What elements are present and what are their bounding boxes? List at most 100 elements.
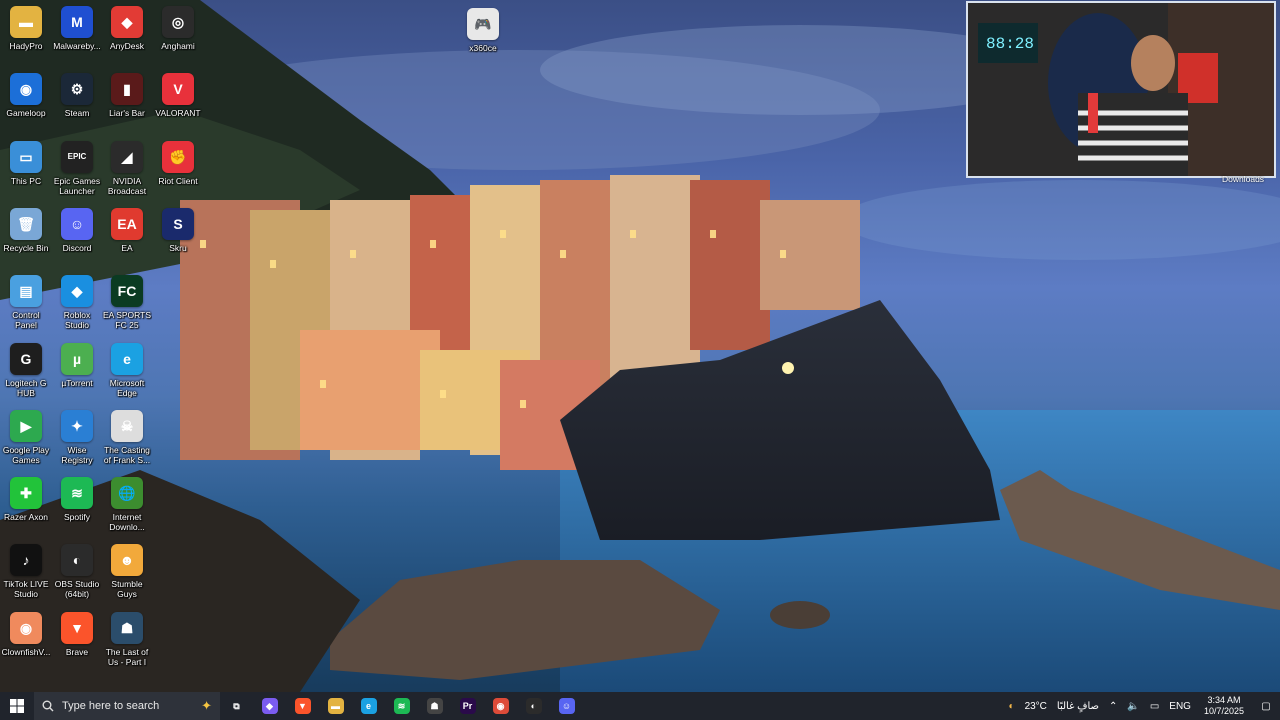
taskbar-app-button[interactable]: e [352,692,385,720]
desktop-icon[interactable]: ☠ The Casting of Frank S... [102,410,152,465]
desktop-icon-label: Liar's Bar [109,108,145,118]
desktop-icon[interactable]: V VALORANT [153,73,203,118]
desktop-icon[interactable]: ◎ Anghami [153,6,203,51]
obs-icon: ◐ [61,544,93,576]
chrome-icon: ◉ [492,698,509,714]
desktop-icon[interactable]: ◉ Gameloop [1,73,51,118]
taskbar-app-button[interactable]: ◆ [253,692,286,720]
desktop-icon[interactable]: EPIC Epic Games Launcher [52,141,102,196]
desktop-icon[interactable]: G Logitech G HUB [1,343,51,398]
desktop-icon[interactable]: ☗ The Last of Us - Part I [102,612,152,667]
desktop-file-x360ce[interactable]: 🎮 x360ce [458,8,508,53]
webcam-feed: 88:28 [968,3,1274,176]
nvidia-icon: ◢ [111,141,143,173]
desktop-icon[interactable]: ▶ Google Play Games [1,410,51,465]
clock-date: 10/7/2025 [1203,706,1244,716]
desktop-icon-label: TikTok LIVE Studio [3,579,49,599]
taskbar-app-button[interactable]: ▬ [319,692,352,720]
desktop-icon[interactable]: µ µTorrent [52,343,102,388]
desktop-icon[interactable]: ▤ Control Panel [1,275,51,330]
search-placeholder: Type here to search [62,700,160,712]
desktop-icon[interactable]: ▮ Liar's Bar [102,73,152,118]
spotify-icon: ≋ [61,477,93,509]
desktop-icon[interactable]: 🗑 Recycle Bin [1,208,51,253]
recycle-bin-icon: 🗑 [10,208,42,240]
notification-button[interactable]: ▢ [1252,692,1280,720]
malwarebytes-icon: M [61,6,93,38]
start-button[interactable] [0,692,34,720]
brave-taskbar-icon: ▼ [294,698,311,714]
desktop-icon[interactable]: 🌐 Internet Downlo... [102,477,152,532]
desktop-icon[interactable]: S Skru [153,208,203,253]
desktop-icon[interactable]: M Malwareby... [52,6,102,51]
desktop-icon[interactable]: ⚙ Steam [52,73,102,118]
language-indicator[interactable]: ENG [1164,701,1196,712]
desktop-icon-label: Logitech G HUB [5,378,47,398]
chevron-up-icon[interactable]: ⌃ [1104,701,1122,712]
desktop-icon[interactable]: ✊ Riot Client [153,141,203,186]
weather-description[interactable]: صافٍ غالبًا [1052,701,1104,712]
discord-icon: ☺ [61,208,93,240]
desktop-icon[interactable]: ▬ HadyPro [1,6,51,51]
discord-taskbar-icon: ☺ [558,698,575,714]
desktop-icon-label: Recycle Bin [3,243,49,253]
search-highlight-icon: ✦ [201,698,212,713]
razer-axon-icon: ✚ [10,477,42,509]
desktop-icon[interactable]: ◆ Roblox Studio [52,275,102,330]
taskbar-app-button[interactable]: ▼ [286,692,319,720]
desktop-icon-label: Anghami [161,41,195,51]
volume-icon[interactable]: 🔈 [1122,701,1144,712]
taskbar-app-button[interactable]: Pr [451,692,484,720]
weather-icon[interactable]: ◐ [1004,701,1020,712]
desktop-icon[interactable]: ◢ NVIDIA Broadcast [102,141,152,196]
desktop-icon-label: EA [121,243,133,253]
desktop-icon[interactable]: e Microsoft Edge [102,343,152,398]
taskbar-app-button[interactable]: ☗ [418,692,451,720]
last-of-us-icon: ☗ [111,612,143,644]
clock[interactable]: 3:34 AM 10/7/2025 [1196,695,1252,717]
network-icon[interactable]: ▭ [1145,701,1164,712]
epic-games-icon: EPIC [61,141,93,173]
tiktok-live-icon: ♪ [10,544,42,576]
taskbar-app-button[interactable]: ◉ [484,692,517,720]
desktop-icon[interactable]: ◆ AnyDesk [102,6,152,51]
desktop-icon[interactable]: ☻ Stumble Guys [102,544,152,599]
x360ce-icon: 🎮 [467,8,499,40]
valorant-icon: V [162,73,194,105]
desktop-icon[interactable]: ✦ Wise Registry Cleaner [52,410,102,466]
downloads-label[interactable]: Downloads [1222,174,1264,184]
system-tray: ◐ 23°C صافٍ غالبًا ⌃ 🔈 ▭ ENG 3:34 AM 10/… [1004,692,1280,720]
taskbar-app-button[interactable]: ☺ [550,692,583,720]
desktop-icon-label: This PC [10,176,42,186]
skru-icon: S [162,208,194,240]
taskbar-search-box[interactable]: Type here to search ✦ [34,692,220,720]
desktop-icon[interactable]: ✚ Razer Axon [1,477,51,522]
desktop-icon[interactable]: ≋ Spotify [52,477,102,522]
utorrent-icon: µ [61,343,93,375]
desktop-icon-label: HadyPro [9,41,43,51]
taskbar-apps: ⧉ ◆ ▼ ▬ e ≋ ☗ Pr ◉ ◐ ☺ [220,692,583,720]
desktop-icon[interactable]: ▼ Brave [52,612,102,657]
desktop-icon[interactable]: ☺ Discord [52,208,102,253]
stumble-guys-icon: ☻ [111,544,143,576]
roblox-studio-icon: ◆ [61,275,93,307]
desktop-icon[interactable]: ◉ ClownfishV... [1,612,51,657]
windows-logo-icon [10,699,24,713]
file-explorer-icon: ▬ [327,698,344,714]
webcam-overlay: 88:28 [966,1,1276,178]
desktop-icon[interactable]: ▭ This PC [1,141,51,186]
game-taskbar-icon: ☗ [426,698,443,714]
ea-icon: EA [111,208,143,240]
desktop-icon-label: AnyDesk [109,41,144,51]
taskbar-app-button[interactable]: ≋ [385,692,418,720]
taskbar-app-button[interactable]: ⧉ [220,692,253,720]
weather-temp[interactable]: 23°C [1020,701,1052,712]
gameloop-icon: ◉ [10,73,42,105]
desktop-icon[interactable]: ◐ OBS Studio (64bit) [52,544,102,599]
desktop-icon[interactable]: EA EA [102,208,152,253]
desktop-icon[interactable]: ♪ TikTok LIVE Studio [1,544,51,599]
task-view-icon: ⧉ [233,700,240,711]
taskbar-app-button[interactable]: ◐ [517,692,550,720]
desktop-icon[interactable]: FC EA SPORTS FC 25 [102,275,152,330]
notification-icon: ▢ [1261,700,1271,712]
